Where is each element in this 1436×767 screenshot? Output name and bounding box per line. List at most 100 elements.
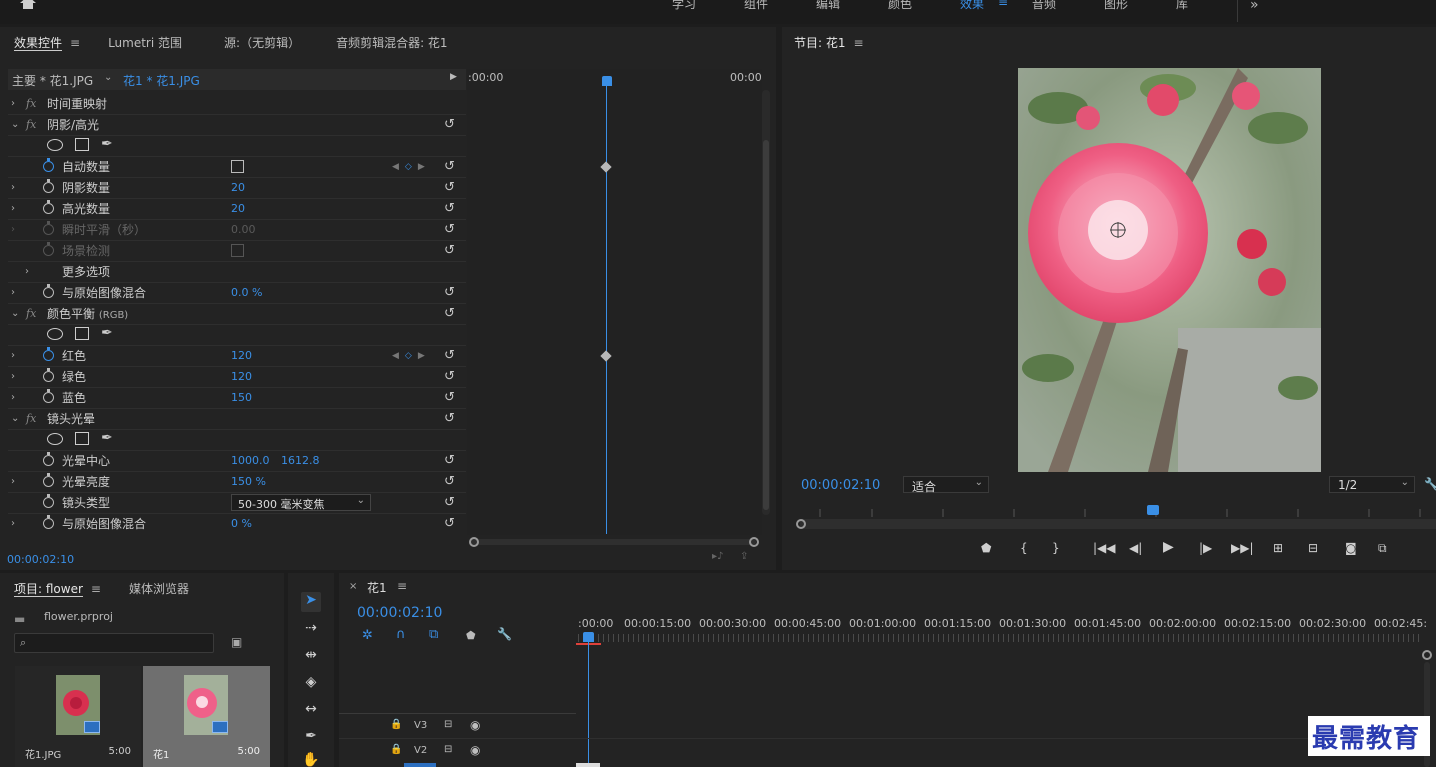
stopwatch-icon[interactable] (43, 284, 54, 298)
program-timecode[interactable]: 00:00:02:10 (801, 478, 880, 493)
workspace-tab-learn[interactable]: 学习 (672, 0, 696, 12)
step-back-icon[interactable]: ◀| (1129, 541, 1142, 555)
reset-icon[interactable]: ↺ (444, 306, 455, 321)
reset-icon[interactable]: ↺ (444, 474, 455, 489)
play-icon[interactable]: ▶ (450, 72, 457, 82)
reset-icon[interactable]: ↺ (444, 348, 455, 363)
blend-original-value[interactable]: 0.0 % (231, 286, 262, 299)
stopwatch-icon[interactable] (43, 347, 54, 361)
lift-icon[interactable]: ⊞ (1273, 541, 1283, 555)
add-marker-icon[interactable]: ⬟ (466, 629, 476, 642)
reset-icon[interactable]: ↺ (444, 180, 455, 195)
stopwatch-icon[interactable] (43, 452, 54, 466)
clip-on-track[interactable] (576, 763, 600, 767)
pen-mask-icon[interactable]: ✒ (101, 325, 113, 341)
track-target-indicator[interactable] (404, 763, 436, 767)
reset-icon[interactable]: ↺ (444, 369, 455, 384)
timeline-timecode[interactable]: 00:00:02:10 (357, 605, 442, 621)
effect-color-balance[interactable]: ⌄ fx 颜色平衡 (RGB) ↺ (8, 303, 466, 324)
reset-icon[interactable]: ↺ (444, 390, 455, 405)
flare-brightness-value[interactable]: 150 % (231, 475, 266, 488)
go-to-in-icon[interactable]: |◀◀ (1093, 541, 1116, 555)
program-zoom-bar[interactable] (800, 519, 1436, 529)
stopwatch-icon[interactable] (43, 179, 54, 193)
effects-current-time[interactable]: 00:00:02:10 (7, 553, 74, 566)
ellipse-mask-icon[interactable] (47, 139, 63, 151)
wrench-icon[interactable]: 🔧 (497, 627, 512, 641)
chevron-down-icon[interactable]: ⌄ (104, 72, 112, 83)
stopwatch-icon[interactable] (43, 158, 54, 172)
new-bin-icon[interactable]: ▣ (231, 635, 242, 649)
reset-icon[interactable]: ↺ (444, 495, 455, 510)
fit-dropdown[interactable]: 适合 ⌄ (903, 476, 989, 494)
razor-tool-icon[interactable]: ◈ (301, 674, 321, 694)
flare-center-x[interactable]: 1000.0 (231, 454, 270, 467)
workspace-tab-effects[interactable]: 效果 (960, 0, 984, 12)
go-to-out-icon[interactable]: ▶▶| (1231, 541, 1254, 555)
effect-shadow-highlight[interactable]: ⌄ fx 阴影/高光 ↺ (8, 114, 466, 135)
ellipse-mask-icon[interactable] (47, 328, 63, 340)
eye-icon[interactable]: ◉ (470, 743, 480, 757)
blue-value[interactable]: 150 (231, 391, 252, 404)
shadow-amount-value[interactable]: 20 (231, 181, 245, 194)
effect-lens-flare[interactable]: ⌄ fx 镜头光晕 ↺ (8, 408, 466, 429)
hand-tool-icon[interactable]: ✋ (301, 752, 321, 767)
mark-in-icon[interactable]: { (1020, 541, 1028, 555)
effect-time-remapping[interactable]: › fx 时间重映射 (8, 93, 466, 114)
workspace-tab-assembly[interactable]: 组件 (744, 0, 768, 12)
panel-menu-icon[interactable]: ≡ (397, 579, 407, 593)
close-icon[interactable]: × (349, 581, 357, 592)
snap-icon[interactable]: ∩ (396, 627, 406, 642)
blend-original-2-value[interactable]: 0 % (231, 517, 252, 530)
clip-label[interactable]: 花1 * 花1.JPG (123, 72, 200, 89)
program-video-frame[interactable] (1018, 68, 1321, 472)
reset-icon[interactable]: ↺ (444, 453, 455, 468)
export-frame-camera-icon[interactable]: ◙ (1345, 541, 1357, 555)
export-icon[interactable]: ⇪ (740, 551, 748, 562)
workspace-menu-icon[interactable]: ≡ (998, 0, 1008, 9)
reset-icon[interactable]: ↺ (444, 159, 455, 174)
reset-icon[interactable]: ↺ (444, 285, 455, 300)
tab-program[interactable]: 节目: 花1 ≡ (782, 34, 878, 51)
slip-tool-icon[interactable]: ↔ (301, 701, 321, 721)
more-workspaces-icon[interactable]: » (1250, 0, 1259, 13)
tab-lumetri-scopes[interactable]: Lumetri 范围 (94, 34, 196, 51)
project-item-selected[interactable]: 花1 5:00 (143, 666, 270, 767)
red-value[interactable]: 120 (231, 349, 252, 362)
workspace-tab-graphics[interactable]: 图形 (1104, 0, 1128, 12)
master-clip-label[interactable]: 主要 * 花1.JPG (12, 72, 93, 89)
pen-mask-icon[interactable]: ✒ (101, 430, 113, 446)
stopwatch-icon[interactable] (43, 515, 54, 529)
rectangle-mask-icon[interactable] (75, 327, 89, 340)
program-playhead[interactable] (1147, 505, 1159, 515)
keyframe-navigator[interactable]: ◀◇▶ (392, 351, 431, 361)
green-value[interactable]: 120 (231, 370, 252, 383)
tab-audio-clip-mixer[interactable]: 音频剪辑混合器: 花1 (322, 34, 462, 51)
flare-center-y[interactable]: 1612.8 (281, 454, 320, 467)
stopwatch-icon[interactable] (43, 494, 54, 508)
reset-icon[interactable]: ↺ (444, 117, 455, 132)
sequence-tab[interactable]: 花1 (367, 579, 387, 596)
project-item[interactable]: 花1.JPG 5:00 (15, 666, 141, 767)
extract-icon[interactable]: ⊟ (1308, 541, 1318, 555)
lock-icon[interactable]: 🔒 (390, 744, 402, 755)
tab-project[interactable]: 项目: flower ≡ (0, 580, 115, 597)
highlight-amount-value[interactable]: 20 (231, 202, 245, 215)
track-name-v2[interactable]: V2 (414, 745, 427, 756)
rectangle-mask-icon[interactable] (75, 432, 89, 445)
eye-icon[interactable]: ◉ (470, 718, 480, 732)
reset-icon[interactable]: ↺ (444, 411, 455, 426)
tab-source[interactable]: 源:（无剪辑） (210, 34, 314, 51)
pen-mask-icon[interactable]: ✒ (101, 136, 113, 152)
auto-amount-checkbox[interactable] (231, 160, 244, 173)
keyframe-timeline[interactable] (467, 69, 762, 535)
rectangle-mask-icon[interactable] (75, 138, 89, 151)
reset-icon[interactable]: ↺ (444, 243, 455, 258)
selection-tool-icon[interactable]: ➤ (301, 592, 321, 612)
workspace-tab-libraries[interactable]: 库 (1176, 0, 1188, 12)
zoom-handle-right[interactable] (749, 537, 759, 547)
workspace-tab-color[interactable]: 颜色 (888, 0, 912, 12)
workspace-tab-audio[interactable]: 音频 (1032, 0, 1056, 12)
vertical-zoom-handle[interactable] (1422, 650, 1432, 660)
tab-media-browser[interactable]: 媒体浏览器 (115, 580, 203, 597)
